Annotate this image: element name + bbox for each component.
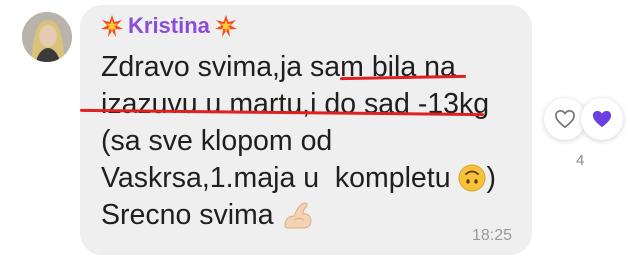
- avatar[interactable]: [22, 12, 72, 62]
- message-line: Zdravo svima,ja sam bila na: [101, 49, 496, 86]
- chat-canvas: Kristina Zdravo svima,ja sam bila na iza…: [0, 0, 640, 266]
- message-line: Vaskrsa,1.maja u kompletu ): [101, 160, 496, 197]
- reaction-heart-outline-button[interactable]: [544, 98, 586, 140]
- reaction-count[interactable]: 4: [576, 152, 584, 169]
- reaction-heart-filled-button[interactable]: [581, 98, 623, 140]
- upside-down-face-emoji-icon: [458, 164, 486, 192]
- avatar-photo: [22, 12, 72, 62]
- message-text-segment: Vaskrsa,1.maja u kompletu: [101, 162, 459, 194]
- message-text-segment: Srecno svima: [101, 199, 282, 231]
- message-line: (sa sve klopom od: [101, 123, 496, 160]
- message-text-segment: ): [486, 162, 496, 194]
- message-line: Srecno svima: [101, 197, 496, 234]
- collision-emoji-icon: [101, 15, 123, 37]
- collision-emoji-icon: [214, 15, 237, 37]
- message-text-segment: (sa sve klopom od: [101, 125, 333, 157]
- heart-filled-icon: [592, 110, 612, 128]
- message-text-segment: Zdravo svima,ja sam: [101, 51, 372, 83]
- flexed-biceps-emoji-icon: [284, 202, 312, 229]
- message-line: izazuvu u martu,i do sad -13kg: [101, 86, 496, 123]
- sender-name[interactable]: Kristina: [128, 13, 210, 39]
- message-timestamp: 18:25: [471, 227, 512, 244]
- heart-outline-icon: [555, 109, 575, 129]
- sender-row: Kristina: [100, 13, 238, 39]
- message-bubble[interactable]: Kristina Zdravo svima,ja sam bila na iza…: [79, 5, 532, 255]
